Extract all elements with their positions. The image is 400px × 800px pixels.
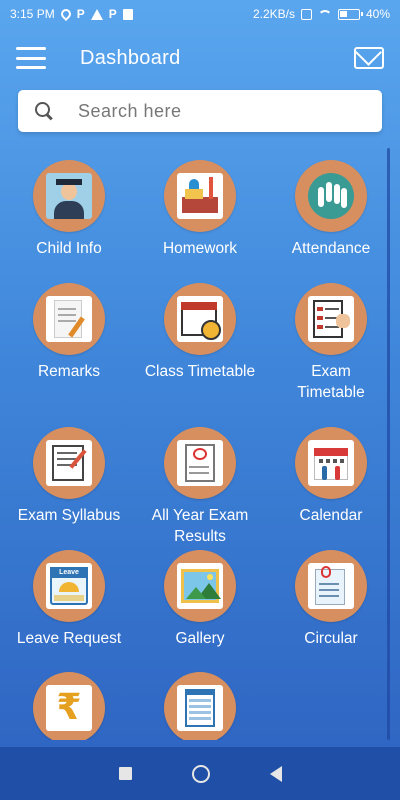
tile-label: Exam Timetable: [297, 363, 365, 401]
calendar-clock-icon: [164, 283, 236, 355]
calendar-people-icon: [295, 427, 367, 499]
report-sheet-icon: [164, 672, 236, 740]
battery-icon: [337, 8, 363, 20]
status-right: 2.2KB/s 40%: [253, 5, 390, 24]
p-icon: P: [108, 7, 117, 21]
page-title: Dashboard: [80, 46, 181, 69]
warning-icon: [90, 8, 103, 20]
tile-calendar[interactable]: Calendar: [266, 427, 396, 526]
syllabus-paper-icon: [33, 427, 105, 499]
tile-attendance[interactable]: Attendance: [266, 160, 396, 259]
leave-umbrella-icon: Leave: [33, 550, 105, 622]
tile-label: Leave Request: [16, 630, 122, 647]
tile-label: Homework: [162, 240, 238, 257]
tile-all-year-exam-results[interactable]: All Year Exam Results: [135, 427, 265, 547]
search-icon: [34, 101, 54, 121]
raised-hands-icon: [295, 160, 367, 232]
status-left: 3:15 PM P P: [10, 6, 133, 22]
app-bar: Dashboard: [0, 28, 400, 88]
tile-report[interactable]: [135, 672, 265, 740]
search-input[interactable]: [78, 100, 366, 122]
system-nav-bar: [0, 747, 400, 800]
tile-circular[interactable]: Circular: [266, 550, 396, 649]
status-time: 3:15 PM: [10, 7, 55, 21]
net-speed: 2.2KB/s: [252, 7, 295, 21]
graded-paper-icon: [164, 427, 236, 499]
search-box[interactable]: [18, 90, 382, 132]
tile-label: Attendance: [291, 240, 371, 257]
battery-percent: 40%: [365, 7, 390, 21]
tile-class-timetable[interactable]: Class Timetable: [135, 283, 265, 382]
tile-label: Child Info: [36, 240, 102, 257]
status-bar: 3:15 PM P P 2.2KB/s 40%: [0, 0, 400, 28]
menu-icon[interactable]: [16, 47, 46, 69]
home-icon[interactable]: [191, 764, 210, 783]
recent-apps-icon[interactable]: [118, 767, 132, 780]
p-icon: P: [76, 7, 85, 21]
tile-child-info[interactable]: Child Info: [4, 160, 134, 259]
homework-books-icon: [164, 160, 236, 232]
tile-label: Gallery: [175, 630, 225, 647]
checklist-board-icon: [295, 283, 367, 355]
tile-label: Exam Syllabus: [17, 507, 121, 524]
trash-icon: [122, 8, 133, 20]
sim-off-icon: [300, 8, 312, 20]
tile-label: Class Timetable: [144, 363, 256, 380]
mail-icon[interactable]: [354, 47, 384, 69]
dashboard-grid: Child Info Homework Attendance Remarks C…: [0, 160, 400, 740]
notepad-pencil-icon: [33, 283, 105, 355]
tile-fees[interactable]: ₹: [4, 672, 134, 740]
tile-exam-timetable[interactable]: Exam Timetable: [266, 283, 396, 403]
tile-leave-request[interactable]: Leave Leave Request: [4, 550, 134, 649]
tile-remarks[interactable]: Remarks: [4, 283, 134, 382]
clipboard-notice-icon: [295, 550, 367, 622]
back-icon[interactable]: [269, 765, 282, 782]
tile-gallery[interactable]: Gallery: [135, 550, 265, 649]
tile-label: Remarks: [37, 363, 100, 380]
tile-exam-syllabus[interactable]: Exam Syllabus: [4, 427, 134, 526]
wifi-icon: [317, 9, 332, 24]
child-graduate-icon: [33, 160, 105, 232]
rupee-icon: ₹: [33, 672, 105, 740]
tile-label: Circular: [304, 630, 358, 647]
tile-label: Calendar: [299, 507, 363, 524]
picture-frame-icon: [164, 550, 236, 622]
location-pin-icon: [58, 6, 73, 22]
tile-label: All Year Exam Results: [151, 507, 249, 545]
tile-homework[interactable]: Homework: [135, 160, 265, 259]
